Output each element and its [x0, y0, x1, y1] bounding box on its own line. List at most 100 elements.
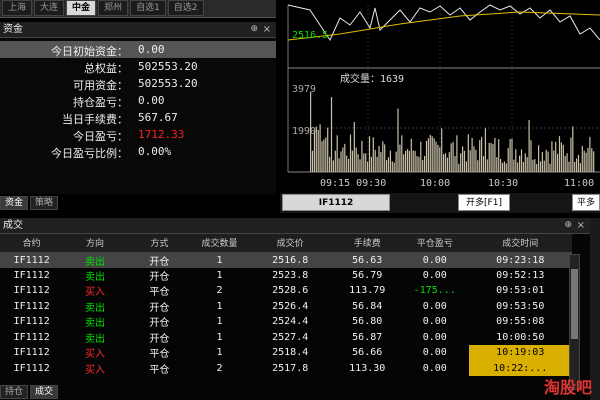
table-row[interactable]: IF1112 卖出 开仓 1 2526.4 56.84 0.00 09:53:50 — [0, 299, 572, 315]
volume-bar — [403, 154, 405, 172]
volume-bar — [553, 150, 555, 172]
cell-direction: 卖出 — [84, 302, 105, 314]
volume-bar — [313, 130, 315, 172]
volume-bar — [501, 162, 504, 172]
volume-bar — [503, 161, 505, 172]
col-header[interactable]: 合约 — [0, 234, 64, 253]
volume-bar — [558, 136, 561, 172]
volume-bar — [378, 145, 380, 172]
vertical-scrollbar[interactable] — [569, 254, 580, 390]
col-header[interactable]: 成交数量 — [192, 234, 247, 253]
volume-bar — [574, 161, 576, 172]
time-label: 10:00 — [420, 178, 450, 189]
tab-trades[interactable]: 成交 — [30, 385, 59, 399]
table-row[interactable]: IF1112 卖出 开仓 1 2524.4 56.80 0.00 09:55:08 — [0, 314, 572, 330]
volume-bar — [372, 137, 374, 172]
cell-mode: 开仓 — [126, 252, 193, 268]
table-row[interactable]: IF1112 卖出 开仓 1 2523.8 56.79 0.00 09:52:13 — [0, 268, 572, 284]
volume-bar — [353, 122, 355, 172]
col-header[interactable]: 平仓盈亏 — [400, 234, 469, 253]
watermark-logo: 淘股吧 — [543, 378, 592, 397]
volume-bar — [585, 152, 587, 172]
volume-bar — [361, 140, 363, 172]
volume-bar — [344, 143, 346, 172]
symbol-selector[interactable]: IF1112 — [282, 194, 390, 211]
volume-bar — [349, 134, 352, 172]
volume-bar — [555, 141, 557, 172]
volume-bar — [408, 150, 410, 172]
volume-title: 成交量：1639 — [340, 72, 404, 85]
volume-bar — [367, 161, 369, 172]
volume-bar — [418, 156, 420, 172]
table-row[interactable]: IF1112 买入 平仓 1 2518.4 56.66 0.00 10:19:03 — [0, 345, 572, 361]
tab-custom-2[interactable]: 自选2 — [167, 0, 204, 16]
volume-bar — [452, 141, 454, 172]
close-icon[interactable]: × — [577, 218, 585, 233]
volume-bar — [500, 158, 502, 172]
cell-mode: 平仓 — [149, 349, 170, 361]
price-axis-label: 2516.5 — [292, 30, 328, 41]
volume-bar — [412, 150, 414, 172]
volume-bar — [443, 154, 445, 172]
pin-icon[interactable]: ⊕ — [564, 218, 572, 233]
fund-row-today-pnl: 今日盈亏： 1712.33 — [0, 126, 276, 143]
scroll-thumb[interactable] — [571, 269, 578, 339]
volume-bar — [517, 162, 519, 172]
volume-bar — [564, 155, 566, 172]
volume-bar — [370, 156, 372, 172]
cell-pnl: 0.00 — [422, 300, 447, 312]
side-panel-edge — [590, 218, 600, 400]
col-header[interactable]: 方向 — [63, 234, 127, 253]
volume-bar — [393, 162, 395, 172]
col-header[interactable]: 成交价 — [246, 234, 334, 253]
volume-bar — [583, 150, 585, 172]
pin-icon[interactable]: ⊕ — [250, 22, 258, 37]
tab-positions[interactable]: 持仓 — [0, 385, 29, 399]
table-row[interactable]: IF1112 卖出 开仓 1 2516.8 56.63 0.00 09:23:18 — [0, 252, 572, 268]
cell-time: 09:52:13 — [496, 269, 545, 281]
tab-dalian[interactable]: 大连 — [34, 0, 65, 16]
time-label: 09:15 09:30 — [320, 178, 386, 189]
volume-bar — [365, 153, 367, 172]
volume-bar — [519, 155, 521, 172]
close-long-button[interactable]: 平多 — [572, 194, 600, 211]
volume-bar — [473, 146, 475, 172]
tab-zhengzhou[interactable]: 郑州 — [98, 0, 129, 16]
close-icon[interactable]: × — [263, 22, 271, 37]
tab-strategy[interactable]: 策略 — [30, 196, 59, 210]
volume-bar — [448, 152, 450, 172]
volume-bar — [395, 151, 397, 172]
volume-bar — [348, 158, 350, 172]
volume-bars — [310, 91, 595, 172]
table-row[interactable]: IF1112 买入 平仓 2 2517.8 113.30 0.00 10:22:... — [0, 360, 572, 376]
cell-pnl: 0.00 — [422, 347, 447, 359]
cell-fee: 56.84 — [352, 300, 383, 312]
col-header[interactable]: 成交时间 — [468, 234, 572, 253]
volume-bar — [399, 144, 401, 172]
cell-price: 2523.8 — [272, 269, 309, 281]
fund-panel-header: 资金 ⊕ × — [0, 22, 276, 38]
table-row[interactable]: IF1112 买入 平仓 2 2528.6 113.79 -175... 09:53:01 — [0, 283, 572, 299]
open-long-button[interactable]: 开多[F1] — [458, 194, 510, 211]
volume-bar — [422, 160, 424, 172]
volume-bar — [484, 128, 486, 172]
table-row[interactable]: IF1112 卖出 开仓 1 2527.4 56.87 0.00 10:00:50 — [0, 330, 572, 346]
cell-fee: 56.79 — [352, 269, 383, 281]
tab-shanghai[interactable]: 上海 — [2, 0, 33, 16]
intraday-chart[interactable]: 2516.5 3979 1990 成交量：1639 09:15 09:30 10… — [280, 0, 600, 192]
volume-bar — [317, 129, 319, 172]
volume-bar — [568, 161, 570, 172]
volume-bar — [329, 156, 331, 172]
volume-bar — [435, 141, 437, 172]
cell-time: 09:55:08 — [496, 316, 545, 328]
volume-bar — [579, 163, 581, 172]
col-header[interactable]: 手续费 — [333, 234, 401, 253]
cell-mode: 开仓 — [149, 302, 170, 314]
col-header[interactable]: 方式 — [126, 234, 193, 253]
tab-cffex[interactable]: 中金 — [66, 0, 97, 16]
volume-bar — [494, 137, 496, 172]
tab-custom-1[interactable]: 自选1 — [130, 0, 166, 16]
tab-fund[interactable]: 资金 — [0, 196, 29, 210]
volume-bar — [547, 151, 549, 172]
volume-bar — [463, 150, 466, 172]
